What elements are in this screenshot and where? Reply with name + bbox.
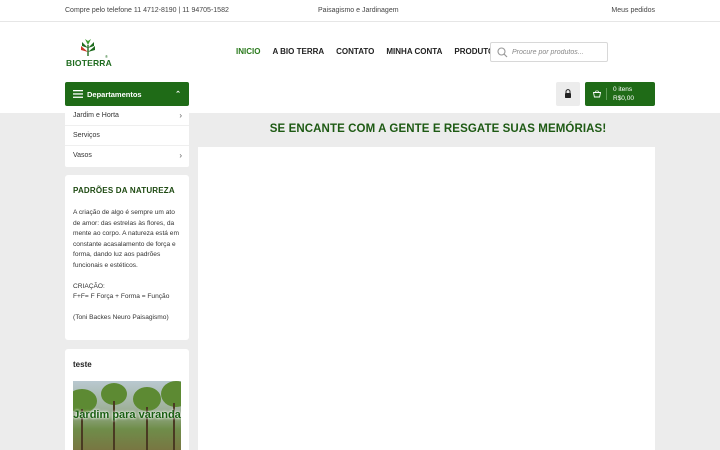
my-orders-link[interactable]: Meus pedidos	[611, 7, 655, 14]
top-bar: Compre pelo telefone 11 4712-8190 | 11 9…	[0, 0, 720, 22]
cart-button[interactable]: 0 itens R$0,00	[585, 82, 655, 106]
creation-label: CRIAÇÃO:	[73, 282, 105, 290]
nav-item-minha-conta[interactable]: MINHA CONTA	[386, 47, 442, 57]
dept-item-jardim-e-horta[interactable]: Jardim e Horta ›	[65, 106, 189, 126]
nav-item-contato[interactable]: CONTATO	[336, 47, 374, 57]
dept-item-label: Vasos	[73, 152, 92, 159]
departments-button[interactable]: Departamentos ⌃	[65, 82, 189, 106]
chevron-right-icon: ›	[179, 151, 182, 160]
balcony-garden-banner[interactable]: Jardim para varanda	[73, 381, 181, 450]
nav-item-a-bio-terra[interactable]: A BIO TERRA	[272, 47, 324, 57]
lock-icon	[565, 89, 571, 98]
teste-widget: teste Jardim para varanda	[65, 349, 189, 450]
quote-author: (Toni Backes Neuro Paisagismo)	[73, 314, 169, 321]
basket-icon	[593, 90, 601, 98]
logo[interactable]: BIOTERRA ®	[66, 39, 116, 69]
departments-label: Departamentos	[87, 90, 142, 99]
widget-title: PADRÕES DA NATUREZA	[73, 186, 175, 195]
registered-mark: ®	[105, 54, 108, 59]
chevron-right-icon: ›	[179, 111, 182, 120]
dept-item-label: Serviços	[73, 132, 100, 139]
search-input[interactable]	[512, 46, 604, 59]
banner-text: Jardim para varanda	[73, 409, 181, 421]
hamburger-menu-icon	[73, 90, 83, 98]
search-box	[490, 42, 608, 62]
main-content-panel	[198, 147, 655, 450]
creation-formula: F+F= F Força + Forma = Função	[73, 293, 170, 300]
dept-item-vasos[interactable]: Vasos ›	[65, 146, 189, 166]
chevron-up-icon: ⌃	[175, 91, 181, 98]
brand-name: BIOTERRA	[66, 58, 112, 68]
widget-body: A criação de algo é sempre um ato de amo…	[73, 208, 183, 324]
main-nav: INICIO A BIO TERRA CONTATO MINHA CONTA P…	[236, 47, 512, 57]
leaf-logo-icon	[81, 39, 95, 56]
phone-info: Compre pelo telefone 11 4712-8190 | 11 9…	[65, 7, 229, 14]
cart-items-count: 0 itens	[613, 86, 633, 93]
nature-paragraph: A criação de algo é sempre um ato de amo…	[73, 209, 179, 269]
nature-patterns-widget: PADRÕES DA NATUREZA A criação de algo é …	[65, 175, 189, 340]
dept-item-servicos[interactable]: Serviços	[65, 126, 189, 146]
page-headline: SE ENCANTE COM A GENTE E RESGATE SUAS ME…	[269, 123, 607, 135]
cart-divider	[606, 88, 607, 100]
cart-total: R$0,00	[613, 95, 634, 102]
search-icon[interactable]	[497, 47, 508, 58]
departments-menu: Jardim e Horta › Serviços Vasos ›	[65, 106, 189, 167]
widget-title: teste	[73, 360, 92, 369]
tagline: Paisagismo e Jardinagem	[318, 7, 399, 14]
nav-item-inicio[interactable]: INICIO	[236, 47, 260, 57]
account-lock-button[interactable]	[556, 82, 580, 106]
dept-item-label: Jardim e Horta	[73, 112, 119, 119]
